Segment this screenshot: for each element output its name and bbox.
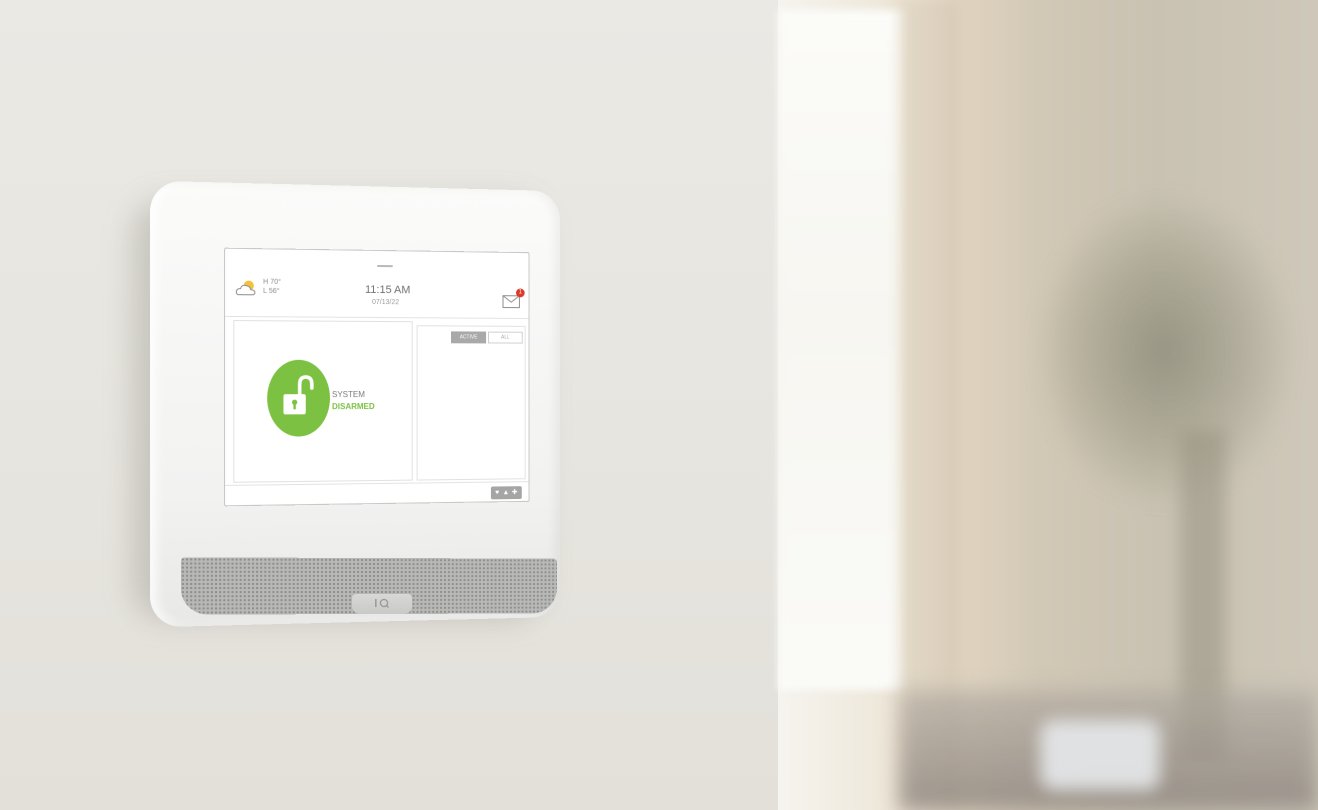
brand-logo-icon [375,598,389,608]
shield-icon[interactable]: ♥ [494,489,501,496]
partly-cloudy-icon[interactable] [233,277,260,298]
security-status-panel[interactable]: SYSTEM DISARMED [233,320,413,483]
message-count-badge: 1 [516,288,525,298]
emergency-shortcuts[interactable]: ♥ ▲ ✚ [490,486,522,500]
status-value: DISARMED [331,402,375,412]
blurred-object [1040,720,1160,790]
envelope-icon[interactable] [503,295,520,308]
clock-time: 11:15 AM [365,283,411,297]
clock-date: 07/13/22 [372,298,400,307]
weather-high: H 70° [263,278,282,286]
unlocked-padlock-icon[interactable] [279,374,320,421]
status-label: SYSTEM [331,390,365,400]
window-frame [900,0,960,810]
touchscreen[interactable]: H 70° L 56° 11:15 AM 07/13/22 1 SYSTEM D… [224,247,530,507]
window-light [778,10,908,690]
weather-low: L 56° [263,287,280,296]
plant-foliage [1040,200,1290,500]
status-header: H 70° L 56° 11:15 AM 07/13/22 1 [225,249,529,316]
header-divider [225,315,530,320]
pull-down-handle[interactable] [377,264,393,268]
lock-icon[interactable]: ▲ [503,489,510,496]
tab-all[interactable]: ALL [488,331,523,344]
sensor-list-panel: ACTIVE ALL [416,325,526,481]
medical-cross-icon[interactable]: ✚ [511,489,518,496]
photo-scene: H 70° L 56° 11:15 AM 07/13/22 1 SYSTEM D… [0,0,1318,810]
tab-active[interactable]: ACTIVE [451,331,487,344]
